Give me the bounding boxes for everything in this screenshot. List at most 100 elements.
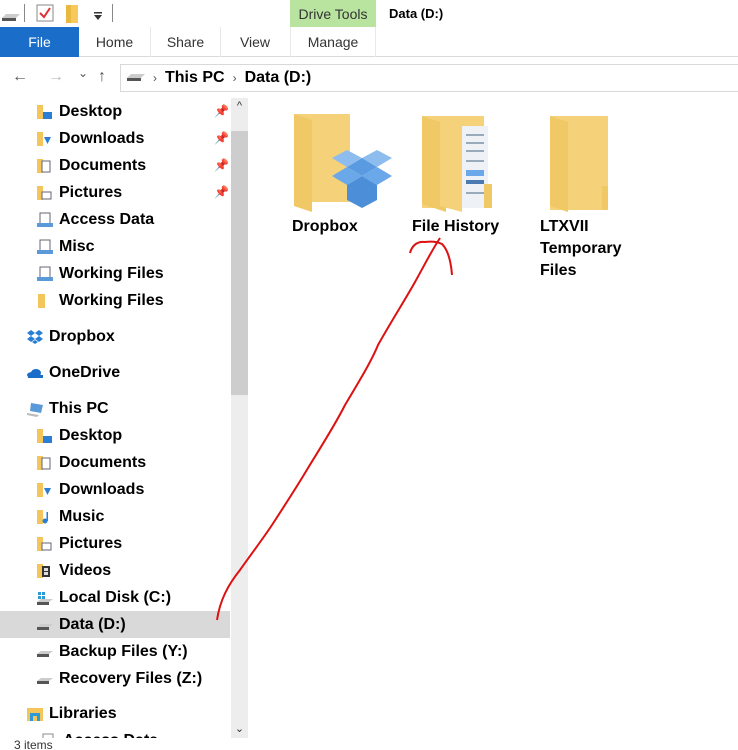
sidebar-item-desktop[interactable]: Desktop xyxy=(0,98,230,125)
downloads-folder-icon xyxy=(37,482,53,498)
address-bar[interactable]: › This PC › Data (D:) xyxy=(120,64,738,92)
sidebar-item-label: Desktop xyxy=(59,426,123,444)
forward-button[interactable]: → xyxy=(48,68,64,86)
sidebar-item-label: Pictures xyxy=(59,534,123,552)
navigation-pane: Desktop 📌 Downloads 📌 Documents 📌 Pictur… xyxy=(0,98,232,738)
ribbon-tabs: File Home Share View Manage xyxy=(0,27,738,57)
sidebar-item-data-d[interactable]: Data (D:) xyxy=(0,611,230,638)
sidebar-item-libraries[interactable]: Libraries xyxy=(0,700,230,727)
drive-icon xyxy=(127,69,145,87)
folder-name: Dropbox xyxy=(292,218,358,235)
sidebar-item-onedrive[interactable]: OneDrive xyxy=(0,359,230,386)
pin-icon[interactable]: 📌 xyxy=(214,131,229,145)
folder-icon xyxy=(37,293,53,309)
status-item-count: 3 items xyxy=(14,738,53,750)
breadcrumb-data-d[interactable]: Data (D:) xyxy=(245,69,312,87)
sidebar-item-label: Videos xyxy=(59,561,112,579)
drive-icon[interactable] xyxy=(2,9,20,27)
window-title: Data (D:) xyxy=(389,6,444,21)
properties-icon[interactable] xyxy=(36,4,54,27)
sidebar-item-label: Working Files xyxy=(59,264,164,282)
folder-item-dropbox[interactable]: Dropbox xyxy=(292,112,417,238)
pin-icon[interactable]: 📌 xyxy=(214,158,229,172)
customize-dropdown-icon[interactable] xyxy=(93,8,103,26)
computer-icon xyxy=(27,401,43,417)
pin-icon[interactable]: 📌 xyxy=(214,104,229,118)
sidebar-item-pc-music[interactable]: Music xyxy=(0,503,230,530)
pictures-folder-icon xyxy=(37,536,53,552)
sidebar-item-label: Desktop xyxy=(59,102,123,120)
network-folder-icon xyxy=(37,266,53,282)
sidebar-item-working-files[interactable]: Working Files xyxy=(0,287,230,314)
sidebar-item-label: OneDrive xyxy=(49,363,121,381)
up-button[interactable]: ↑ xyxy=(98,68,106,86)
sidebar-item-label: Access Data xyxy=(63,732,158,739)
navigation-bar: ← → ⌄ ↑ › This PC › Data (D:) xyxy=(0,58,738,98)
tab-view[interactable]: View xyxy=(221,27,289,57)
sidebar-item-label: Documents xyxy=(59,453,147,471)
sidebar-scrollbar[interactable]: ^ ⌄ xyxy=(231,98,248,738)
folder-name: File History xyxy=(412,218,500,235)
sidebar-item-pc-documents[interactable]: Documents xyxy=(0,449,230,476)
tab-home[interactable]: Home xyxy=(79,27,151,57)
dropbox-icon xyxy=(27,329,43,345)
sidebar-item-pc-pictures[interactable]: Pictures xyxy=(0,530,230,557)
sidebar-item-pictures[interactable]: Pictures xyxy=(0,179,230,206)
sidebar-item-misc[interactable]: Misc xyxy=(0,233,230,260)
documents-folder-icon xyxy=(37,158,53,174)
folder-item-file-history[interactable]: File History xyxy=(412,112,537,238)
sidebar-item-label: Access Data xyxy=(59,210,155,228)
sidebar-item-label: Music xyxy=(59,507,105,525)
sidebar-item-label: Recovery Files (Z:) xyxy=(59,669,203,687)
sidebar-item-dropbox[interactable]: Dropbox xyxy=(0,323,230,350)
sidebar-item-recovery-files-z[interactable]: Recovery Files (Z:) xyxy=(0,665,230,692)
tab-share[interactable]: Share xyxy=(151,27,221,57)
document-folder-icon xyxy=(412,112,512,212)
windows-drive-icon xyxy=(37,590,53,606)
sidebar-item-documents[interactable]: Documents xyxy=(0,152,230,179)
breadcrumb-this-pc[interactable]: This PC xyxy=(165,69,225,87)
sidebar-item-pc-downloads[interactable]: Downloads xyxy=(0,476,230,503)
scroll-thumb[interactable] xyxy=(231,131,248,395)
sidebar-item-label: Dropbox xyxy=(49,327,115,345)
onedrive-icon xyxy=(27,365,43,381)
drive-icon xyxy=(37,671,53,687)
sidebar-item-label: Data (D:) xyxy=(59,615,126,633)
sidebar-item-backup-files-y[interactable]: Backup Files (Y:) xyxy=(0,638,230,665)
music-folder-icon xyxy=(37,509,53,525)
sidebar-item-library-child[interactable]: Access Data xyxy=(0,727,230,738)
breadcrumb-separator[interactable]: › xyxy=(233,71,237,85)
pin-icon[interactable]: 📌 xyxy=(214,185,229,199)
sidebar-item-access-data[interactable]: Access Data xyxy=(0,206,230,233)
sidebar-item-pc-desktop[interactable]: Desktop xyxy=(0,422,230,449)
network-folder-icon xyxy=(37,239,53,255)
libraries-icon xyxy=(27,706,43,722)
downloads-folder-icon xyxy=(37,131,53,147)
documents-folder-icon xyxy=(37,455,53,471)
sidebar-item-label: Misc xyxy=(59,237,95,255)
sidebar-item-label: Libraries xyxy=(49,704,117,722)
tab-manage[interactable]: Manage xyxy=(290,27,376,57)
sidebar-item-label: This PC xyxy=(49,399,109,417)
scroll-down-button[interactable]: ⌄ xyxy=(231,721,248,738)
sidebar-item-this-pc[interactable]: This PC xyxy=(0,395,230,422)
sidebar-item-label: Local Disk (C:) xyxy=(59,588,172,606)
folder-item-ltxvii-temporary-files[interactable]: LTXVII Temporary Files xyxy=(540,112,665,282)
breadcrumb-separator[interactable]: › xyxy=(153,71,157,85)
sidebar-item-local-disk-c[interactable]: Local Disk (C:) xyxy=(0,584,230,611)
sidebar-item-label: Backup Files (Y:) xyxy=(59,642,188,660)
new-folder-icon[interactable] xyxy=(66,5,78,28)
sidebar-item-pc-videos[interactable]: Videos xyxy=(0,557,230,584)
drive-icon xyxy=(37,644,53,660)
sidebar-item-label: Downloads xyxy=(59,480,145,498)
back-button[interactable]: ← xyxy=(12,68,28,86)
tab-file[interactable]: File xyxy=(0,27,79,57)
videos-folder-icon xyxy=(37,563,53,579)
dropbox-folder-icon xyxy=(292,112,392,212)
file-list: Dropbox File History LTXVII Temporary Fi… xyxy=(248,98,738,738)
drive-icon xyxy=(37,617,53,633)
sidebar-item-downloads[interactable]: Downloads xyxy=(0,125,230,152)
sidebar-item-working-files-network[interactable]: Working Files xyxy=(0,260,230,287)
scroll-up-button[interactable]: ^ xyxy=(231,98,248,115)
recent-locations-button[interactable]: ⌄ xyxy=(78,66,88,80)
